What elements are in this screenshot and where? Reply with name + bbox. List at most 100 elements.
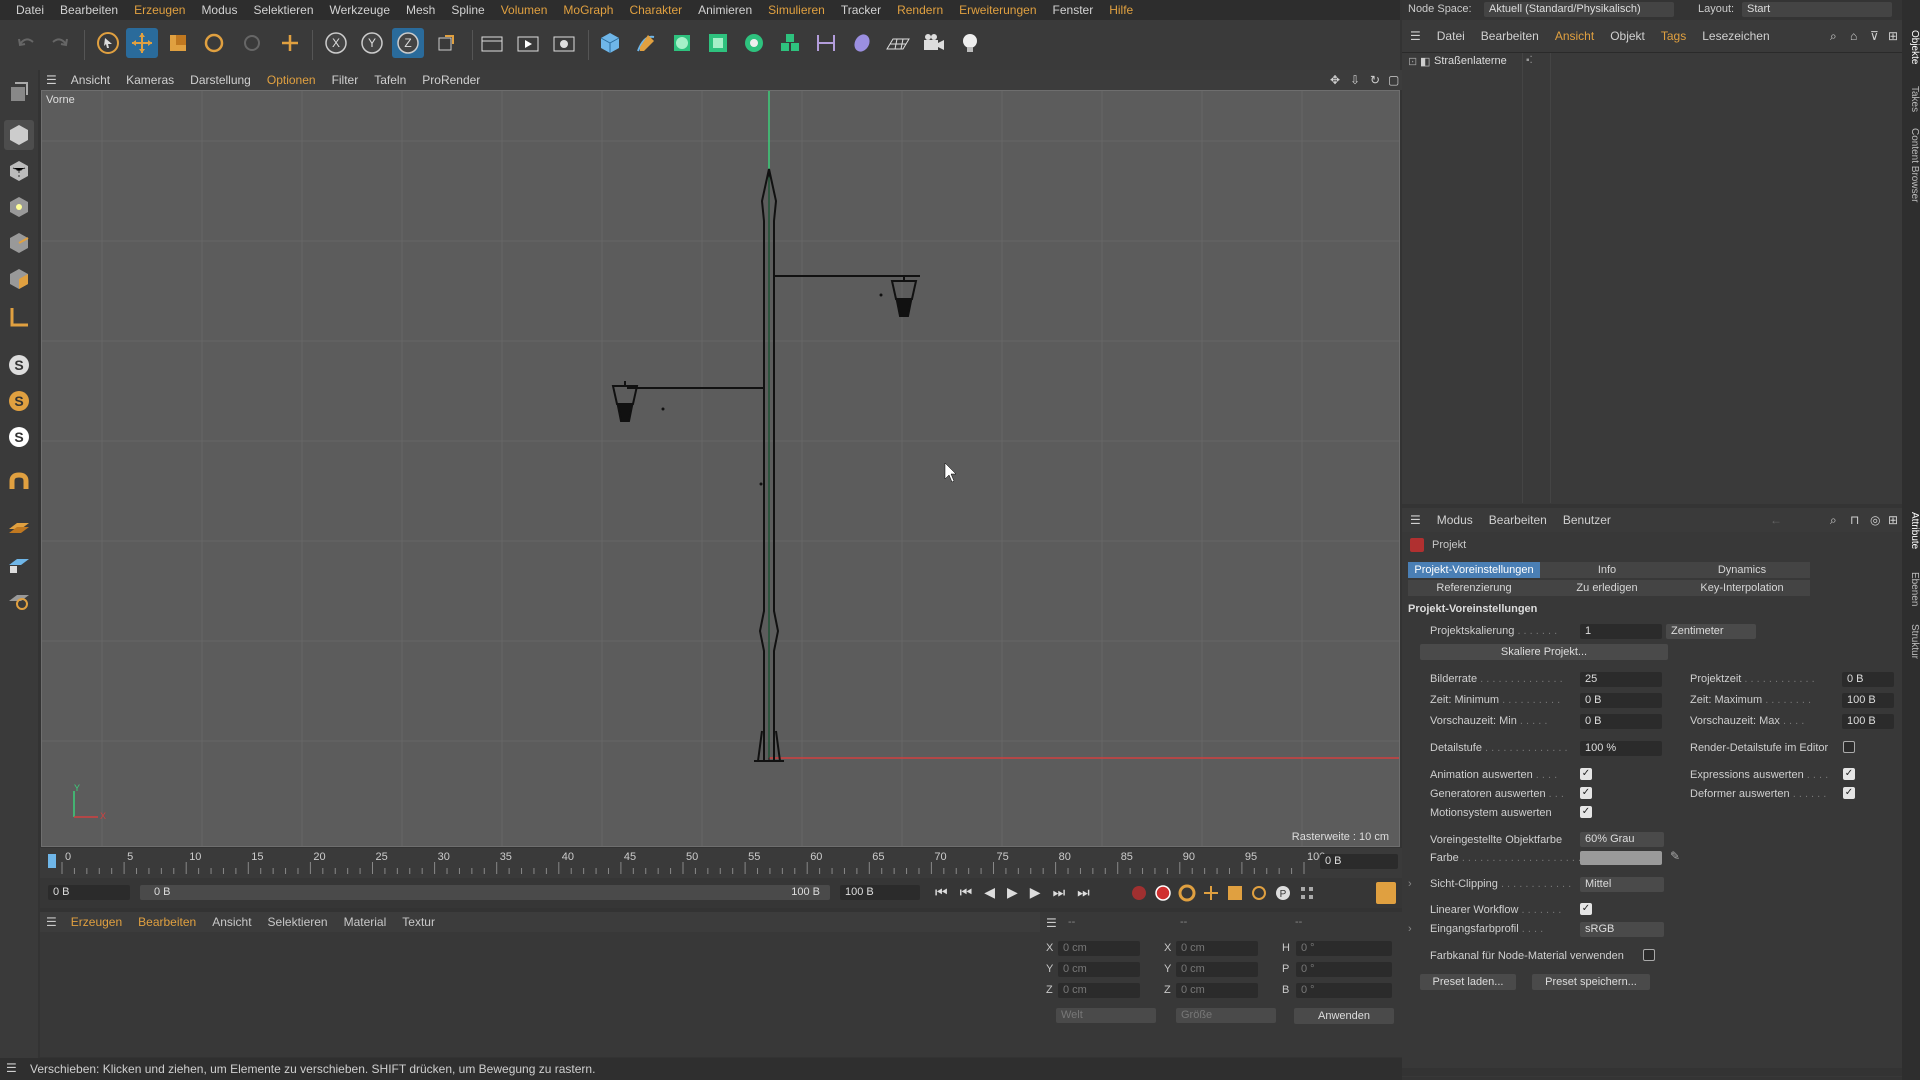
create-object-icon[interactable] [274, 28, 306, 58]
material-menu-material[interactable]: Material [336, 915, 395, 929]
objektfarbe-dropdown[interactable]: 60% Grau [1580, 832, 1664, 847]
prev-key-icon[interactable]: ⏮ [960, 884, 973, 901]
next-frame-icon[interactable]: ▶ [1030, 884, 1041, 901]
key-scale-icon[interactable] [1226, 884, 1244, 902]
tab-zu-erledigen[interactable]: Zu erledigen [1540, 580, 1674, 596]
side-tab-objekte[interactable]: Objekte [1902, 30, 1920, 64]
attr-menu-modus[interactable]: Modus [1429, 513, 1481, 527]
rotate-tool-icon[interactable] [198, 28, 230, 58]
expand-arrow-icon[interactable]: › [1408, 923, 1412, 935]
preset-laden-button[interactable]: Preset laden... [1420, 974, 1516, 990]
render-view-icon[interactable] [476, 28, 508, 58]
start-frame-field[interactable]: 0 B [48, 885, 130, 900]
menu-datei[interactable]: Datei [8, 0, 52, 20]
position-z-field[interactable]: 0 cm [1058, 983, 1140, 998]
prev-frame-icon[interactable]: ◀ [984, 884, 995, 901]
deformer-auswerten-checkbox[interactable]: ✓ [1843, 787, 1855, 799]
next-key-icon[interactable]: ⏭ [1053, 884, 1066, 901]
hamburger-icon[interactable]: ☰ [40, 73, 63, 87]
undo-icon[interactable] [10, 28, 42, 58]
side-tab-struktur[interactable]: Struktur [1902, 624, 1920, 659]
tab-referenzierung[interactable]: Referenzierung [1408, 580, 1540, 596]
vorschauzeit-max-field[interactable]: 100 B [1842, 714, 1894, 729]
menu-tracker[interactable]: Tracker [833, 0, 889, 20]
viewport-menu-optionen[interactable]: Optionen [259, 73, 324, 87]
side-tab-content-browser[interactable]: Content Browser [1902, 128, 1920, 202]
menu-simulieren[interactable]: Simulieren [760, 0, 833, 20]
vorschauzeit-min-field[interactable]: 0 B [1580, 714, 1662, 729]
list-item[interactable]: ⊡ ◧ Straßenlaterne ▪⁚ [1402, 53, 1902, 71]
magnet-icon[interactable] [4, 468, 34, 498]
polygon-mode-icon[interactable] [4, 264, 34, 294]
select-tool-icon[interactable] [92, 28, 124, 58]
locked-workplane-icon[interactable] [4, 548, 34, 578]
z-axis-lock[interactable]: Z [392, 28, 424, 58]
size-z-field[interactable]: 0 cm [1176, 983, 1258, 998]
play-icon[interactable]: ▶ [1007, 884, 1018, 901]
tab-info[interactable]: Info [1540, 562, 1674, 578]
range-slider[interactable]: 0 B 100 B [140, 885, 830, 900]
apply-button[interactable]: Anwenden [1294, 1008, 1394, 1024]
node-space-dropdown[interactable]: Aktuell (Standard/Physikalisch) [1484, 2, 1674, 17]
timeline-ruler[interactable]: 0 5 10 15 20 25 30 35 40 45 50 55 60 65 70 75 80 85 90 95 10… [40, 848, 1402, 878]
skaliere-projekt-button[interactable]: Skaliere Projekt... [1420, 644, 1668, 660]
menu-animieren[interactable]: Animieren [690, 0, 760, 20]
viewport-menu-prorender[interactable]: ProRender [414, 73, 488, 87]
linearer-workflow-checkbox[interactable]: ✓ [1580, 903, 1592, 915]
point-mode-icon[interactable] [4, 192, 34, 222]
bilderrate-field[interactable]: 25 [1580, 672, 1662, 687]
expressions-auswerten-checkbox[interactable]: ✓ [1843, 768, 1855, 780]
recent-tool-icon[interactable] [236, 28, 268, 58]
coordinate-mode-dropdown[interactable]: Welt [1056, 1008, 1156, 1023]
menu-hilfe[interactable]: Hilfe [1101, 0, 1141, 20]
render-detail-checkbox[interactable] [1843, 741, 1855, 753]
goto-start-icon[interactable]: ⏮ [935, 884, 948, 901]
size-x-field[interactable]: 0 cm [1176, 941, 1258, 956]
hamburger-icon[interactable]: ☰ [1402, 513, 1429, 527]
light-icon[interactable] [954, 28, 986, 58]
tab-key-interpolation[interactable]: Key-Interpolation [1674, 580, 1810, 596]
current-frame-field[interactable]: 0 B [1320, 854, 1398, 869]
hamburger-icon[interactable]: ☰ [6, 1061, 17, 1075]
menu-werkzeuge[interactable]: Werkzeuge [322, 0, 398, 20]
coordinate-system-icon[interactable] [430, 28, 462, 58]
snap-icon[interactable]: S [4, 350, 34, 380]
mograph-cloner-icon[interactable] [774, 28, 806, 58]
render-settings-icon[interactable] [548, 28, 580, 58]
objects-menu-bearbeiten[interactable]: Bearbeiten [1473, 29, 1547, 43]
key-position-icon[interactable] [1202, 884, 1220, 902]
snap-settings-icon[interactable]: S [4, 386, 34, 416]
viewport-menu-kameras[interactable]: Kameras [118, 73, 182, 87]
position-y-field[interactable]: 0 cm [1058, 962, 1140, 977]
generatoren-auswerten-checkbox[interactable]: ✓ [1580, 787, 1592, 799]
visibility-toggle[interactable]: ▪⁚ [1526, 55, 1533, 66]
projektzeit-field[interactable]: 0 B [1842, 672, 1894, 687]
eyedropper-icon[interactable]: ✎ [1670, 849, 1680, 863]
horizontal-scrollbar[interactable] [1402, 1068, 1902, 1076]
tab-dynamics[interactable]: Dynamics [1674, 562, 1810, 578]
sicht-clipping-dropdown[interactable]: Mittel [1580, 877, 1664, 892]
keyframe-selection-icon[interactable] [1178, 884, 1196, 902]
autokey-icon[interactable] [1154, 884, 1172, 902]
position-x-field[interactable]: 0 cm [1058, 941, 1140, 956]
redo-icon[interactable] [44, 28, 76, 58]
y-axis-lock[interactable]: Y [356, 28, 388, 58]
zeit-minimum-field[interactable]: 0 B [1580, 693, 1662, 708]
field-icon[interactable] [846, 28, 878, 58]
menu-erweiterungen[interactable]: Erweiterungen [951, 0, 1044, 20]
scale-tool-icon[interactable] [162, 28, 194, 58]
hamburger-icon[interactable]: ☰ [40, 915, 63, 929]
material-menu-ansicht[interactable]: Ansicht [204, 915, 259, 929]
menu-rendern[interactable]: Rendern [889, 0, 951, 20]
make-editable-icon[interactable] [4, 76, 34, 106]
menu-charakter[interactable]: Charakter [621, 0, 690, 20]
menu-spline[interactable]: Spline [443, 0, 492, 20]
menu-fenster[interactable]: Fenster [1045, 0, 1102, 20]
expand-arrow-icon[interactable]: › [1408, 878, 1412, 890]
cube-icon[interactable] [594, 28, 626, 58]
goto-end-icon[interactable]: ⏭ [1077, 884, 1090, 901]
model-mode-icon[interactable] [4, 120, 34, 150]
material-list[interactable] [40, 932, 1040, 1057]
layout-dropdown[interactable]: Start [1742, 2, 1892, 17]
deformer-icon[interactable] [810, 28, 842, 58]
